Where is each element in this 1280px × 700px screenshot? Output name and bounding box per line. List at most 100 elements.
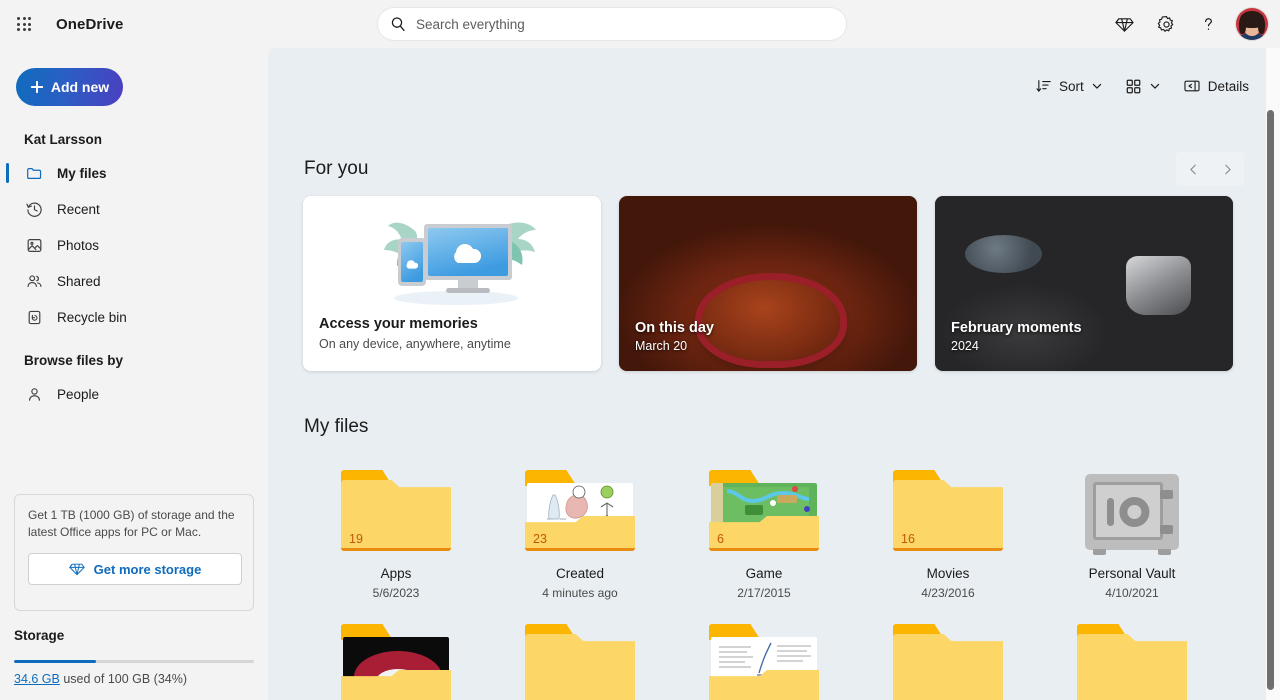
for-you-carousel-nav: [1176, 152, 1244, 186]
file-item-apps[interactable]: 19Apps5/6/2023: [304, 460, 488, 600]
file-thumbnail: [1077, 624, 1187, 700]
sidebar-item-shared[interactable]: Shared: [16, 263, 260, 299]
clock-icon: [24, 199, 44, 219]
sidebar-item-photos[interactable]: Photos: [16, 227, 260, 263]
promo-text: Get 1 TB (1000 GB) of storage and the la…: [28, 507, 240, 541]
avatar[interactable]: [1236, 8, 1268, 40]
scrollbar-thumb[interactable]: [1267, 110, 1274, 690]
image-icon: [24, 235, 44, 255]
file-name: Game: [746, 566, 783, 581]
view-options-button[interactable]: [1116, 70, 1170, 102]
chevron-down-icon: [1149, 80, 1161, 92]
file-item-created[interactable]: 23Created4 minutes ago: [488, 460, 672, 600]
file-item[interactable]: [1040, 614, 1224, 700]
file-date: 4/10/2021: [1105, 586, 1158, 600]
card-subtitle: On any device, anywhere, anytime: [319, 337, 585, 351]
content-toolbar: Sort: [1027, 70, 1258, 102]
help-icon[interactable]: [1188, 4, 1228, 44]
file-thumbnail: [341, 624, 451, 700]
file-thumbnail: [525, 624, 635, 700]
sidebar-item-label: People: [57, 387, 99, 402]
sidebar-item-label: Photos: [57, 238, 99, 253]
folder-icon: 23: [525, 470, 635, 554]
file-item[interactable]: [856, 614, 1040, 700]
waffle-grid: [17, 17, 31, 31]
folder-icon: [525, 624, 635, 700]
sidebar-item-label: Recent: [57, 202, 100, 217]
details-pane-icon: [1183, 77, 1201, 95]
file-name: Personal Vault: [1089, 566, 1176, 581]
devices-cloud-illustration: [303, 196, 601, 314]
brand-title[interactable]: OneDrive: [56, 16, 124, 33]
folder-icon: [893, 624, 1003, 700]
sidebar-item-people[interactable]: People: [16, 376, 260, 412]
sidebar-item-label: Shared: [57, 274, 101, 289]
storage-rest-text: used of 100 GB (34%): [60, 672, 187, 686]
folder-icon: [1077, 624, 1187, 700]
storage-used-link[interactable]: 34.6 GB: [14, 672, 60, 686]
diamond-icon[interactable]: [1104, 4, 1144, 44]
get-more-storage-button[interactable]: Get more storage: [28, 553, 242, 585]
folder-icon: 6: [709, 470, 819, 554]
file-item[interactable]: [488, 614, 672, 700]
carousel-prev-button[interactable]: [1176, 152, 1210, 186]
sidebar-item-label: My files: [57, 166, 107, 181]
for-you-cards: Access your memories On any device, anyw…: [303, 196, 1233, 371]
storage-progress-bar: [14, 660, 254, 663]
details-button[interactable]: Details: [1174, 70, 1258, 102]
app-launcher-icon[interactable]: [4, 4, 44, 44]
header-actions: [1104, 0, 1272, 48]
folder-icon: [709, 624, 819, 700]
my-files-section-title: My files: [304, 416, 368, 438]
card-title: Access your memories: [319, 314, 585, 334]
folder-icon: [341, 624, 451, 700]
file-thumbnail: 6: [709, 470, 819, 554]
file-item-movies[interactable]: 16Movies4/23/2016: [856, 460, 1040, 600]
folder-icon: [24, 163, 44, 183]
for-you-card-memories[interactable]: Access your memories On any device, anyw…: [303, 196, 601, 371]
gear-icon[interactable]: [1146, 4, 1186, 44]
search-icon: [390, 16, 406, 32]
diamond-icon: [69, 561, 85, 577]
folder-item-count: 6: [717, 532, 724, 546]
sidebar-item-recent[interactable]: Recent: [16, 191, 260, 227]
folder-body: [893, 634, 1003, 700]
folder-item-count: 19: [349, 532, 363, 546]
trash-icon: [24, 307, 44, 327]
folder-body: [525, 634, 635, 700]
file-item[interactable]: [304, 614, 488, 700]
file-thumbnail: [893, 624, 1003, 700]
file-item-game[interactable]: 6 Game 2/17/2015: [672, 460, 856, 600]
people-icon: [24, 271, 44, 291]
sort-button[interactable]: Sort: [1027, 70, 1112, 102]
for-you-card-february-moments[interactable]: February moments 2024: [935, 196, 1233, 371]
file-thumbnail: [709, 624, 819, 700]
folder-icon: 19: [341, 470, 451, 554]
get-more-storage-label: Get more storage: [94, 562, 202, 577]
my-files-grid: 19Apps5/6/202323Created4 minutes ago 6 Gam…: [304, 460, 1280, 700]
person-icon: [24, 384, 44, 404]
plus-icon: [30, 80, 44, 94]
sidebar-item-my-files[interactable]: My files: [16, 155, 260, 191]
add-new-button[interactable]: Add new: [16, 68, 123, 106]
for-you-section-title: For you: [304, 158, 368, 180]
file-item-personal-vault[interactable]: Personal Vault 4/10/2021: [1040, 460, 1224, 600]
for-you-card-caption: February moments 2024: [951, 320, 1082, 353]
file-date: 4 minutes ago: [542, 586, 617, 600]
carousel-next-button[interactable]: [1210, 152, 1244, 186]
file-item[interactable]: [672, 614, 856, 700]
sidebar-item-recycle-bin[interactable]: Recycle bin: [16, 299, 260, 335]
card-subtitle: March 20: [635, 339, 714, 353]
app-header: OneDrive: [0, 0, 1280, 48]
for-you-card-on-this-day[interactable]: On this day March 20: [619, 196, 917, 371]
search-input[interactable]: [416, 17, 834, 32]
sort-icon: [1036, 78, 1052, 94]
file-date: 2/17/2015: [737, 586, 790, 600]
details-label: Details: [1208, 79, 1249, 94]
personal-vault-icon: [1085, 474, 1179, 550]
sidebar-nav: Kat Larsson My files Recent: [0, 126, 268, 412]
search-box[interactable]: [378, 8, 846, 40]
sidebar-item-label: Recycle bin: [57, 310, 127, 325]
onedrive-app: OneDrive: [0, 0, 1280, 700]
chevron-down-icon: [1091, 80, 1103, 92]
